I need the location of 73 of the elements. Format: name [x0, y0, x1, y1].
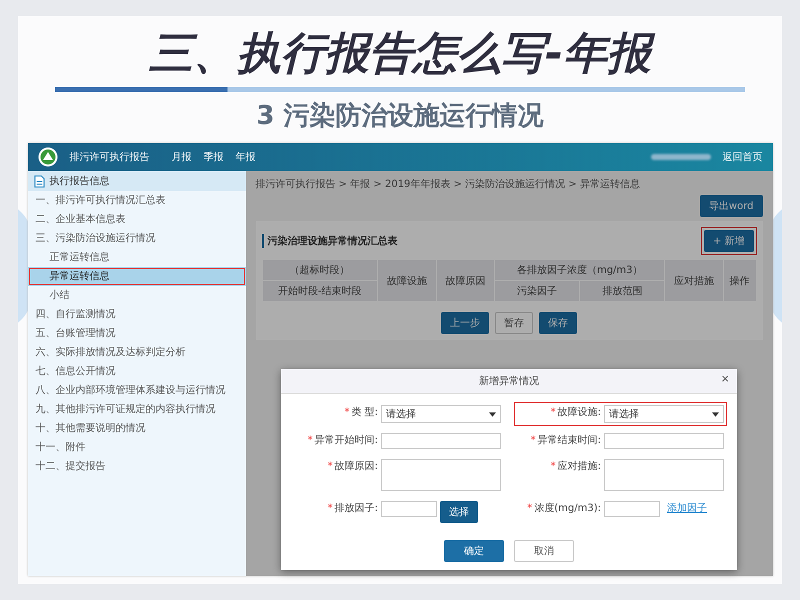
step-button[interactable]: 保存 [539, 312, 577, 334]
sidebar-item[interactable]: 七、信息公开情况 [28, 362, 246, 381]
required-mark: * [550, 460, 556, 474]
nav-link[interactable]: 年报 [236, 150, 256, 164]
home-link[interactable]: 返回首页 [722, 150, 762, 164]
sidebar-title: 执行报告信息 [50, 174, 110, 188]
caret-icon [712, 412, 719, 416]
column-header: 各排放因子浓度（mg/m3） [494, 260, 665, 280]
add-factor-link[interactable]: 添加因子 [667, 501, 707, 517]
sidebar-item[interactable]: 四、自行监测情况 [28, 305, 246, 324]
field-label: 类 型: [351, 406, 378, 420]
column-header: 故障原因 [436, 260, 495, 302]
text-area[interactable] [381, 459, 501, 491]
column-header: 污染因子 [494, 280, 580, 302]
field-label: 故障原因: [334, 460, 378, 474]
nav-link[interactable]: 季报 [204, 150, 224, 164]
breadcrumb: 排污许可执行报告 > 年报 > 2019年年报表 > 污染防治设施运行情况 > 异常运转信息 [256, 178, 641, 191]
required-mark: * [328, 502, 333, 516]
column-header: 排放范围 [580, 280, 665, 302]
column-header: 操作 [723, 260, 756, 302]
input-field[interactable] [381, 501, 437, 517]
column-header: 故障设施 [377, 260, 436, 302]
close-button[interactable]: × [719, 371, 731, 386]
dialog-button[interactable]: 确定 [444, 540, 504, 562]
panel-title: 污染治理设施异常情况汇总表 [262, 234, 398, 248]
sidebar-item[interactable]: 五、台账管理情况 [28, 324, 246, 343]
slide-subtitle: 3 污染防治设施运行情况 [256, 100, 544, 133]
input-field[interactable] [604, 433, 724, 449]
nav-link[interactable]: 月报 [172, 150, 192, 164]
field-label: 异常结束时间: [538, 434, 601, 448]
field-label: 应对措施: [558, 460, 601, 474]
column-header: （超标时段） [262, 260, 378, 280]
sidebar-item[interactable]: 二、企业基本信息表 [28, 210, 246, 229]
field-label: 异常开始时间: [314, 434, 378, 448]
caret-icon [489, 412, 496, 416]
text-area[interactable] [604, 459, 724, 491]
field-label: 排放因子: [334, 502, 378, 516]
required-mark: * [550, 406, 556, 420]
sidebar-item[interactable]: 八、企业内部环境管理体系建设与运行情况 [28, 381, 246, 400]
select-button[interactable]: 选择 [440, 501, 478, 523]
sidebar-item[interactable]: 正常运转信息 [28, 248, 246, 267]
sidebar-item[interactable]: 小结 [28, 286, 246, 305]
sidebar-item[interactable]: 三、污染防治设施运行情况 [28, 229, 246, 248]
input-field[interactable] [381, 433, 501, 449]
sidebar-item[interactable]: 十二、提交报告 [28, 457, 246, 476]
sidebar-item[interactable]: 六、实际排放情况及达标判定分析 [28, 343, 246, 362]
blurred-text-block [650, 154, 710, 160]
step-button[interactable]: 上一步 [441, 312, 489, 334]
app-name: 排污许可执行报告 [70, 150, 150, 164]
field-label: 故障设施: [558, 406, 601, 420]
step-button[interactable]: 暂存 [495, 312, 533, 334]
sidebar-item[interactable]: 九、其他排污许可证规定的内容执行情况 [28, 400, 246, 419]
dialog-title: 新增异常情况 [479, 374, 539, 388]
required-mark: * [308, 434, 313, 448]
required-mark: * [328, 460, 333, 474]
dropdown[interactable]: 请选择 [604, 405, 724, 423]
input-field[interactable] [604, 501, 660, 517]
add-button[interactable]: + 新增 [704, 230, 754, 252]
required-mark: * [530, 434, 536, 448]
required-mark: * [527, 502, 532, 516]
sidebar-item[interactable]: 一、排污许可执行情况汇总表 [28, 191, 246, 210]
sidebar-item[interactable]: 十一、附件 [28, 438, 246, 457]
dropdown[interactable]: 请选择 [381, 405, 501, 423]
sidebar-item[interactable]: 十、其他需要说明的情况 [28, 419, 246, 438]
dialog-button[interactable]: 取消 [514, 540, 574, 562]
document-icon [34, 174, 44, 188]
required-mark: * [344, 406, 350, 420]
column-header: 开始时段-结束时段 [262, 280, 378, 302]
emblem-icon [38, 147, 58, 167]
sidebar-item[interactable]: 异常运转信息 [28, 267, 246, 286]
field-label: 浓度(mg/m3): [534, 502, 601, 516]
export-button[interactable]: 导出word [700, 195, 762, 217]
column-header: 应对措施 [664, 260, 724, 302]
